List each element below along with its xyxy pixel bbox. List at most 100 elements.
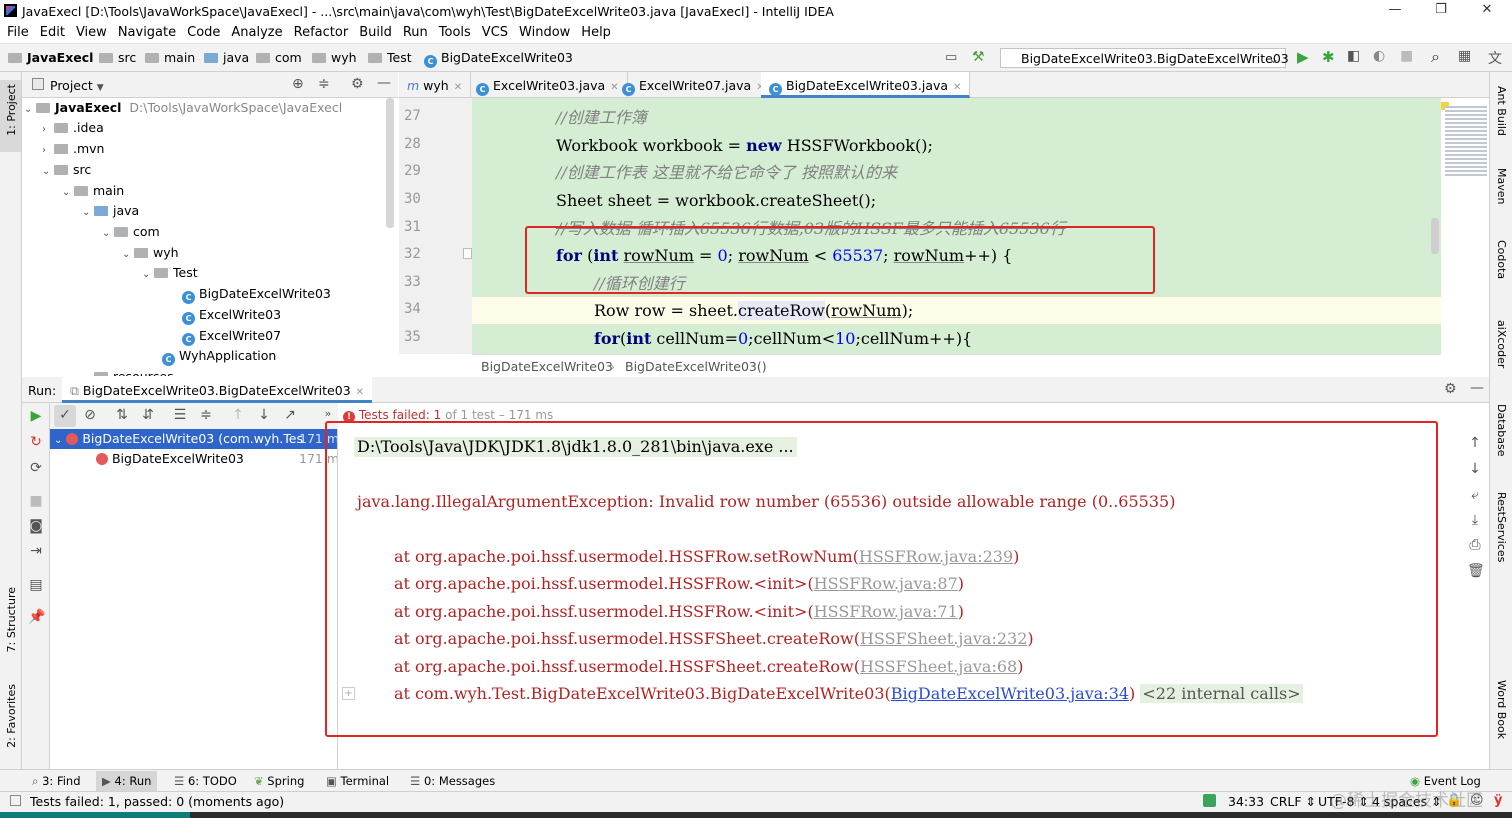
tab-find[interactable]: ⌕ 3: Find (32, 774, 81, 789)
hide-panel-icon[interactable]: — (377, 75, 391, 91)
breadcrumb-com[interactable]: com (256, 50, 302, 65)
menu-vcs[interactable]: VCS (482, 22, 508, 40)
project-scrollbar[interactable] (386, 98, 394, 228)
menu-help[interactable]: Help (581, 22, 611, 40)
editor-error-stripe[interactable] (1431, 98, 1489, 354)
tree-item-java[interactable]: ⌄ java (82, 201, 139, 221)
cursor-position[interactable]: 34:33 (1228, 794, 1264, 809)
menu-refactor[interactable]: Refactor (294, 22, 349, 40)
layout-icon[interactable]: ▭ (945, 50, 957, 65)
menu-code[interactable]: Code (187, 22, 220, 40)
project-view-select[interactable]: Project ▼ (50, 78, 104, 93)
tree-item-com[interactable]: ⌄ com (102, 222, 160, 242)
tree-item-excelwrite07[interactable]: C ExcelWrite07 (182, 326, 281, 346)
hector-icon[interactable]: ☺ (1470, 793, 1484, 808)
locate-icon[interactable]: ⊕ (292, 76, 304, 92)
tool-window-maven[interactable]: Maven (1495, 168, 1508, 204)
collapse-all-icon[interactable]: ≑ (198, 407, 214, 423)
trash-icon[interactable]: 🗑 (1467, 563, 1485, 579)
debug-icon[interactable]: ✱ (1322, 48, 1335, 66)
notification-icon[interactable]: ÿ (1494, 793, 1502, 808)
tool-window-project[interactable]: 1: Project (5, 84, 18, 136)
tree-item-mvn[interactable]: › .mvn (42, 139, 104, 159)
tool-window-codota[interactable]: Codota (1495, 240, 1508, 279)
tab-excelwrite03[interactable]: C ExcelWrite03.java ✕ (468, 72, 628, 98)
close-icon[interactable]: ✕ (1475, 2, 1499, 20)
next-failed-icon[interactable]: ↓ (256, 407, 272, 423)
tab-wyh[interactable]: m wyh ✕ (399, 72, 472, 98)
scroll-to-end-icon[interactable]: ⤓ (1467, 512, 1483, 528)
search-icon[interactable]: ⌕ (1431, 47, 1440, 67)
editor-scrollbar[interactable] (1431, 218, 1439, 254)
breadcrumb-src[interactable]: src (99, 50, 136, 65)
tree-item-idea[interactable]: › .idea (42, 118, 104, 138)
menu-analyze[interactable]: Analyze (231, 22, 282, 40)
previous-failed-icon[interactable]: ↑ (230, 407, 246, 423)
tree-item-excelwrite03[interactable]: C ExcelWrite03 (182, 305, 281, 325)
build-hammer-icon[interactable]: ⚒ (972, 49, 985, 65)
camera-icon[interactable]: ◙ (28, 518, 44, 534)
close-tab-icon[interactable]: ✕ (356, 387, 364, 398)
gear-icon[interactable]: ⚙ (1444, 381, 1457, 397)
fold-icon[interactable] (463, 248, 472, 259)
panel-toggle-icon[interactable] (10, 795, 21, 806)
tab-todo[interactable]: ☰ 6: TODO (174, 774, 237, 788)
tree-item-test[interactable]: ⌄ Test (142, 263, 198, 283)
tool-window-favorites[interactable]: 2: Favorites (5, 684, 18, 748)
tree-item-bigdateexcelwrite03[interactable]: C BigDateExcelWrite03 (182, 284, 331, 304)
tool-window-database[interactable]: Database (1495, 404, 1508, 457)
tab-run[interactable]: ▶ 4: Run (96, 771, 158, 791)
show-passed-icon[interactable]: ✓ (57, 407, 73, 423)
breadcrumb-test[interactable]: Test (368, 50, 412, 65)
line-separator[interactable]: CRLF ⇕ (1270, 794, 1316, 809)
test-case-row[interactable]: BigDateExcelWrite03 171 ms (50, 449, 337, 469)
lock-icon[interactable]: 🔒 (1446, 793, 1462, 808)
tool-window-aixcoder[interactable]: aiXcoder (1495, 320, 1508, 368)
show-ignored-icon[interactable]: ⊘ (82, 407, 98, 423)
tree-item-src[interactable]: ⌄ src (42, 160, 91, 180)
run-configuration-select[interactable]: BigDateExcelWrite03.BigDateExcelWrite03 ⌄ (1000, 48, 1289, 68)
run-icon[interactable]: ▶ (1297, 48, 1309, 66)
tool-window-restservices[interactable]: RestServices (1495, 492, 1508, 562)
up-icon[interactable]: ↑ (1467, 435, 1483, 451)
toggle-auto-test-icon[interactable]: ⟳ (28, 460, 44, 476)
sort-duration-icon[interactable]: ⇵ (140, 407, 156, 423)
tree-item-resources[interactable]: ›resources (82, 367, 174, 376)
close-tab-icon[interactable]: ✕ (454, 82, 462, 93)
down-icon[interactable]: ↓ (1467, 461, 1483, 477)
tab-terminal[interactable]: ▣ Terminal (326, 774, 389, 788)
tool-window-ant-build[interactable]: Ant Build (1495, 86, 1508, 136)
tool-window-word-book[interactable]: Word Book (1495, 680, 1508, 739)
tree-item-wyhapplication[interactable]: C WyhApplication (162, 346, 276, 366)
minimize-icon[interactable]: — (1383, 2, 1407, 20)
print-icon[interactable]: ⎙ (1467, 537, 1483, 553)
collapse-all-icon[interactable]: ≑ (318, 76, 330, 92)
menu-edit[interactable]: Edit (40, 22, 65, 40)
coverage-icon[interactable]: ◧ (1347, 48, 1360, 64)
menu-run[interactable]: Run (403, 22, 428, 40)
soft-wrap-icon[interactable]: ⤶ (1467, 487, 1483, 503)
rerun-icon[interactable]: ▶ (28, 408, 44, 424)
tab-run-config[interactable]: ⧉ BigDateExcelWrite03.BigDateExcelWrite0… (62, 377, 373, 403)
breadcrumb-class[interactable]: C BigDateExcelWrite03 (424, 50, 573, 68)
menu-navigate[interactable]: Navigate (118, 22, 176, 40)
tab-spring[interactable]: ❦ Spring (254, 774, 304, 788)
editor-breadcrumb-class[interactable]: BigDateExcelWrite03 (481, 359, 613, 374)
tool-window-structure[interactable]: 7: Structure (5, 587, 18, 652)
breadcrumb-project[interactable]: JavaExecl (8, 50, 93, 65)
stop-icon[interactable]: ■ (28, 493, 44, 509)
breadcrumb-main[interactable]: main (145, 50, 195, 65)
sort-alpha-icon[interactable]: ⇅ (114, 407, 130, 423)
editor-breadcrumb-method[interactable]: BigDateExcelWrite03() (625, 359, 767, 374)
menu-view[interactable]: View (76, 22, 107, 40)
profile-icon[interactable]: ◐ (1373, 48, 1385, 64)
hide-panel-icon[interactable]: — (1470, 380, 1484, 396)
layout-icon[interactable]: ▤ (28, 577, 44, 593)
tree-item-main[interactable]: ⌄ main (62, 181, 124, 201)
breadcrumb-wyh[interactable]: wyh (312, 50, 357, 65)
test-suite-row[interactable]: ⌄ BigDateExcelWrite03 (com.wyh.Tes 171 m… (50, 429, 337, 449)
export-icon[interactable]: ↗ (282, 407, 298, 423)
project-structure-icon[interactable]: ▦ (1458, 48, 1471, 64)
pin-icon[interactable]: 📌 (28, 609, 45, 625)
tab-bigdateexcelwrite03[interactable]: C BigDateExcelWrite03.java ✕ (761, 72, 971, 98)
